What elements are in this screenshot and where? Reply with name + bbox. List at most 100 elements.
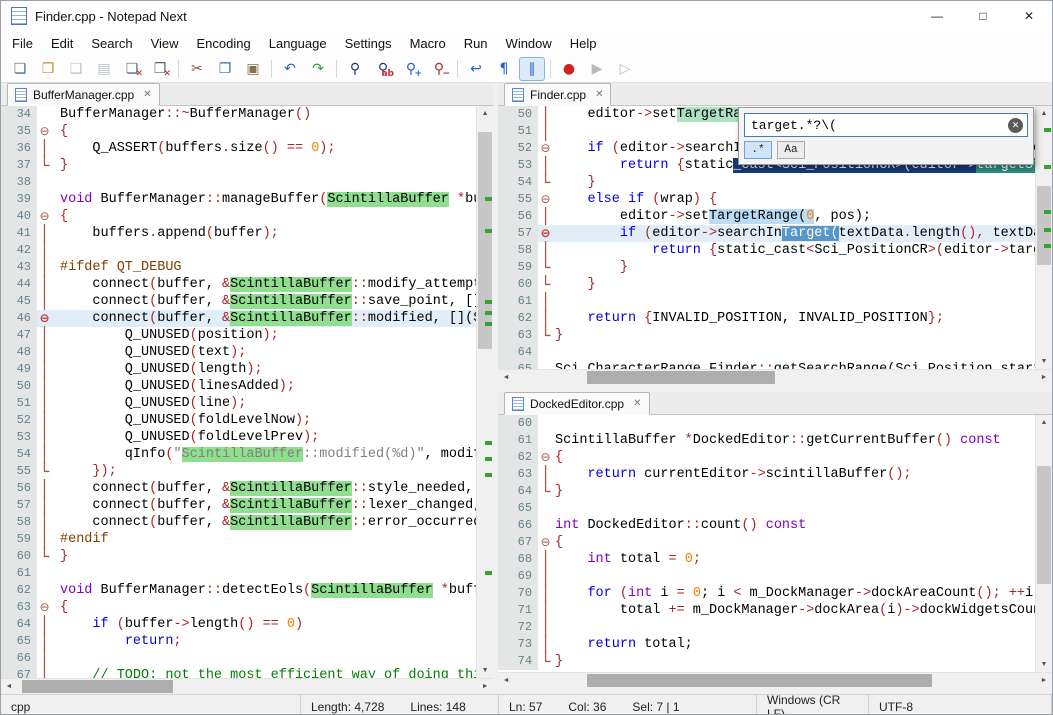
line-number[interactable]: 64 bbox=[1, 616, 37, 633]
code-line[interactable]: 57⊖ if (editor->searchInTarget(textData.… bbox=[498, 225, 1035, 242]
code-line[interactable]: 38 bbox=[1, 174, 476, 191]
code-line[interactable]: 65 bbox=[498, 500, 1035, 517]
menu-edit[interactable]: Edit bbox=[42, 33, 82, 54]
menu-macro[interactable]: Macro bbox=[401, 33, 455, 54]
line-number[interactable]: 48 bbox=[1, 344, 37, 361]
code-line[interactable]: 45│ connect(buffer, &ScintillaBuffer::sa… bbox=[1, 293, 476, 310]
code-line[interactable]: 74└} bbox=[498, 653, 1035, 670]
line-number[interactable]: 60 bbox=[1, 548, 37, 565]
line-number[interactable]: 50 bbox=[498, 106, 538, 123]
maximize-button[interactable]: □ bbox=[960, 1, 1006, 31]
fold-marker[interactable]: ⊖ bbox=[37, 310, 52, 327]
horizontal-splitter[interactable] bbox=[498, 385, 1052, 392]
code-line[interactable]: 68│ int total = 0; bbox=[498, 551, 1035, 568]
line-number[interactable]: 46 bbox=[1, 310, 37, 327]
code-line[interactable]: 61ScintillaBuffer *DockedEditor::getCurr… bbox=[498, 432, 1035, 449]
scrollbar-thumb[interactable] bbox=[587, 371, 775, 384]
open-file-button[interactable]: ❐ bbox=[35, 57, 61, 81]
code-line[interactable]: 54│ qInfo("ScintillaBuffer::modified(%d)… bbox=[1, 446, 476, 463]
line-number[interactable]: 54 bbox=[1, 446, 37, 463]
code-line[interactable]: 48│ Q_UNUSED(text); bbox=[1, 344, 476, 361]
line-number[interactable]: 65 bbox=[498, 361, 538, 369]
line-number[interactable]: 72 bbox=[498, 619, 538, 636]
line-number[interactable]: 59 bbox=[498, 259, 538, 276]
zoom-in-button[interactable]: ⚲+ bbox=[398, 57, 424, 81]
code-line[interactable]: 65Sci_CharacterRange Finder::getSearchRa… bbox=[498, 361, 1035, 369]
code-line[interactable]: 71│ total += m_DockManager->dockArea(i)-… bbox=[498, 602, 1035, 619]
regex-toggle-button[interactable]: .* bbox=[744, 141, 772, 159]
code-line[interactable]: 52│ Q_UNUSED(foldLevelNow); bbox=[1, 412, 476, 429]
code-line[interactable]: 63└} bbox=[498, 327, 1035, 344]
menu-help[interactable]: Help bbox=[561, 33, 606, 54]
line-number[interactable]: 56 bbox=[498, 208, 538, 225]
tab-buffermanager.cpp[interactable]: BufferManager.cpp✕ bbox=[7, 83, 160, 106]
line-number[interactable]: 70 bbox=[498, 585, 538, 602]
code-line[interactable]: 37└} bbox=[1, 157, 476, 174]
fold-marker[interactable]: ⊖ bbox=[538, 140, 553, 157]
scroll-down-icon[interactable]: ▼ bbox=[1036, 354, 1052, 369]
editor-buffermanager[interactable]: 34BufferManager::~BufferManager()35⊖{36│… bbox=[1, 106, 493, 678]
code-line[interactable]: 62⊖{ bbox=[498, 449, 1035, 466]
save-all-button[interactable]: ▤ bbox=[91, 57, 117, 81]
line-number[interactable]: 36 bbox=[1, 140, 37, 157]
code-line[interactable]: 42│ bbox=[1, 242, 476, 259]
editor-dockededitor[interactable]: 6061ScintillaBuffer *DockedEditor::getCu… bbox=[498, 415, 1052, 672]
code-line[interactable]: 60└} bbox=[1, 548, 476, 565]
code-line[interactable]: 66│ bbox=[1, 650, 476, 667]
line-number[interactable]: 65 bbox=[1, 633, 37, 650]
line-number[interactable]: 61 bbox=[498, 293, 538, 310]
code-line[interactable]: 55⊖ else if (wrap) { bbox=[498, 191, 1035, 208]
editor-finder[interactable]: 50│ editor->setTargetRange(pos, 0);51│52… bbox=[498, 106, 1052, 369]
menu-search[interactable]: Search bbox=[82, 33, 141, 54]
zoom-out-button[interactable]: ⚲− bbox=[426, 57, 452, 81]
line-number[interactable]: 66 bbox=[498, 517, 538, 534]
code-line[interactable]: 44│ connect(buffer, &ScintillaBuffer::mo… bbox=[1, 276, 476, 293]
code-line[interactable]: 36│ Q_ASSERT(buffers.size() == 0); bbox=[1, 140, 476, 157]
tab-finder.cpp[interactable]: Finder.cpp✕ bbox=[504, 83, 611, 106]
new-file-button[interactable]: ❏ bbox=[7, 57, 33, 81]
line-number[interactable]: 66 bbox=[1, 650, 37, 667]
code-line[interactable]: 64 bbox=[498, 344, 1035, 361]
line-number[interactable]: 45 bbox=[1, 293, 37, 310]
line-number[interactable]: 61 bbox=[1, 565, 37, 582]
code-line[interactable]: 64│ if (buffer->length() == 0) bbox=[1, 616, 476, 633]
line-number[interactable]: 64 bbox=[498, 344, 538, 361]
scroll-down-icon[interactable]: ▼ bbox=[477, 663, 493, 678]
line-number[interactable]: 61 bbox=[498, 432, 538, 449]
line-number[interactable]: 63 bbox=[1, 599, 37, 616]
line-number[interactable]: 34 bbox=[1, 106, 37, 123]
vertical-scrollbar[interactable]: ▲ ▼ bbox=[1035, 415, 1052, 672]
scrollbar-thumb[interactable] bbox=[1037, 466, 1051, 584]
horizontal-scrollbar[interactable]: ◄ ► bbox=[498, 369, 1052, 385]
line-number[interactable]: 68 bbox=[498, 551, 538, 568]
scrollbar-track[interactable] bbox=[1036, 430, 1052, 657]
scroll-up-icon[interactable]: ▲ bbox=[477, 106, 493, 121]
code-line[interactable]: 58│ return {static_cast<Sci_PositionCR>(… bbox=[498, 242, 1035, 259]
menu-run[interactable]: Run bbox=[455, 33, 497, 54]
line-number[interactable]: 56 bbox=[1, 480, 37, 497]
close-button[interactable]: ✕ bbox=[1006, 1, 1052, 31]
code-line[interactable]: 54└ } bbox=[498, 174, 1035, 191]
line-number[interactable]: 62 bbox=[498, 449, 538, 466]
menu-encoding[interactable]: Encoding bbox=[188, 33, 260, 54]
code-line[interactable]: 58│ connect(buffer, &ScintillaBuffer::er… bbox=[1, 514, 476, 531]
code-line[interactable]: 47│ Q_UNUSED(position); bbox=[1, 327, 476, 344]
code-line[interactable]: 56│ connect(buffer, &ScintillaBuffer::st… bbox=[1, 480, 476, 497]
undo-button[interactable]: ↶ bbox=[277, 57, 303, 81]
line-number[interactable]: 71 bbox=[498, 602, 538, 619]
line-number[interactable]: 62 bbox=[1, 582, 37, 599]
match-case-toggle-button[interactable]: Aa bbox=[777, 141, 805, 159]
line-number[interactable]: 67 bbox=[498, 534, 538, 551]
code-line[interactable]: 43│#ifdef QT_DEBUG bbox=[1, 259, 476, 276]
line-number[interactable]: 44 bbox=[1, 276, 37, 293]
menu-file[interactable]: File bbox=[3, 33, 42, 54]
line-number[interactable]: 59 bbox=[1, 531, 37, 548]
vertical-scrollbar[interactable]: ▲ ▼ bbox=[1035, 106, 1052, 369]
line-number[interactable]: 67 bbox=[1, 667, 37, 678]
code-line[interactable]: 51│ Q_UNUSED(line); bbox=[1, 395, 476, 412]
vertical-scrollbar[interactable]: ▲ ▼ bbox=[476, 106, 493, 678]
scroll-up-icon[interactable]: ▲ bbox=[1036, 106, 1052, 121]
horizontal-scrollbar[interactable]: ◄ ► bbox=[498, 672, 1052, 688]
code-line[interactable]: 63│ return currentEditor->scintillaBuffe… bbox=[498, 466, 1035, 483]
scroll-up-icon[interactable]: ▲ bbox=[1036, 415, 1052, 430]
